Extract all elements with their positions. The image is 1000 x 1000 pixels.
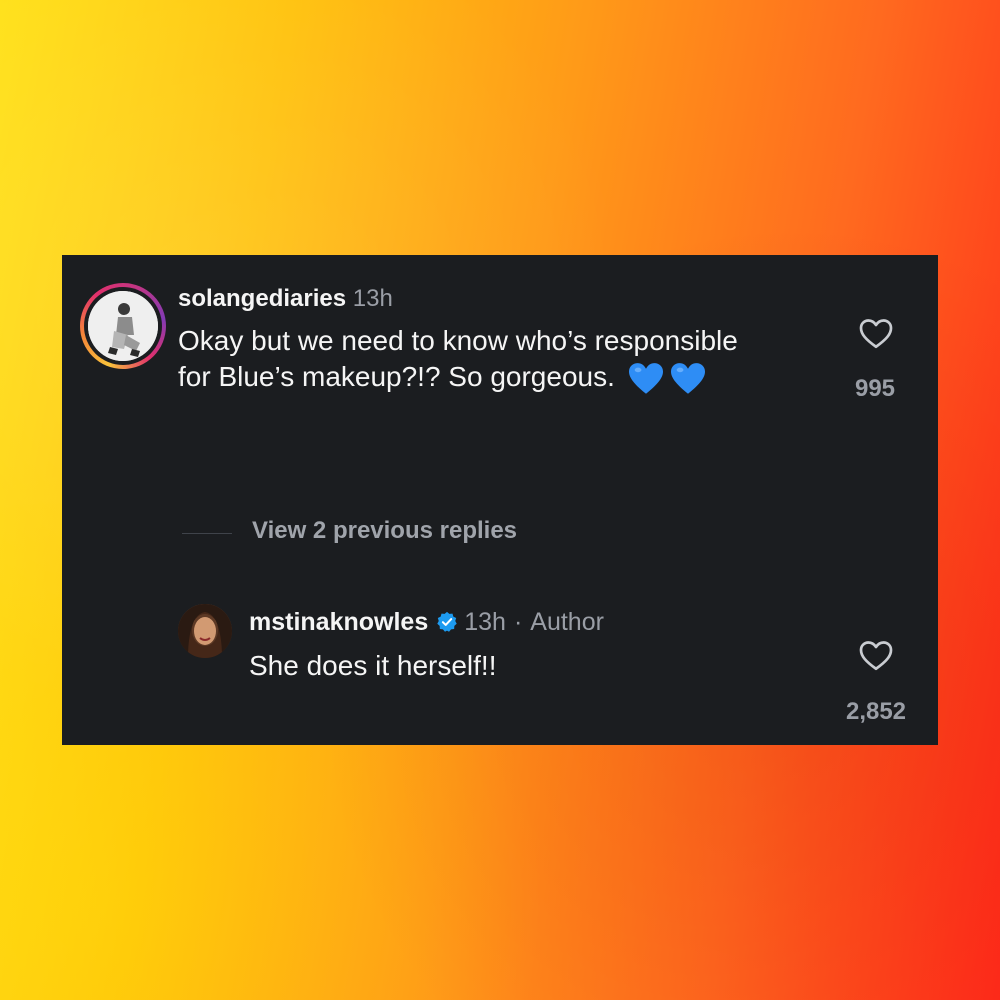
like-count: 995: [854, 375, 896, 402]
author-label: Author: [530, 608, 604, 636]
view-previous-replies-button[interactable]: View 2 previous replies: [252, 517, 517, 545]
avatar-story-ring[interactable]: [80, 283, 166, 369]
reply-text: She does it herself!!: [249, 650, 497, 681]
reply-header: mstinaknowles 13h · Author: [249, 607, 604, 637]
like-heart-icon[interactable]: [858, 316, 894, 352]
avatar[interactable]: [178, 604, 232, 658]
reply-time: 13h: [464, 608, 506, 636]
like-count: 2,852: [845, 698, 907, 725]
blue-heart-emoji-icon: [628, 362, 663, 394]
like-heart-icon[interactable]: [858, 638, 894, 674]
verified-badge-icon: [437, 611, 457, 632]
reply-separator: ·: [513, 608, 523, 636]
reply-username[interactable]: mstinaknowles: [249, 607, 428, 637]
comment-time: 13h: [352, 285, 393, 312]
blue-heart-emoji-icon: [670, 362, 705, 394]
avatar: [88, 291, 158, 361]
comment-username[interactable]: solangediaries: [178, 285, 346, 312]
comment-header: solangediaries 13h: [178, 284, 393, 314]
replies-divider: [182, 533, 232, 534]
comment-text-block: Okay but we need to know who’s responsib…: [178, 323, 738, 396]
